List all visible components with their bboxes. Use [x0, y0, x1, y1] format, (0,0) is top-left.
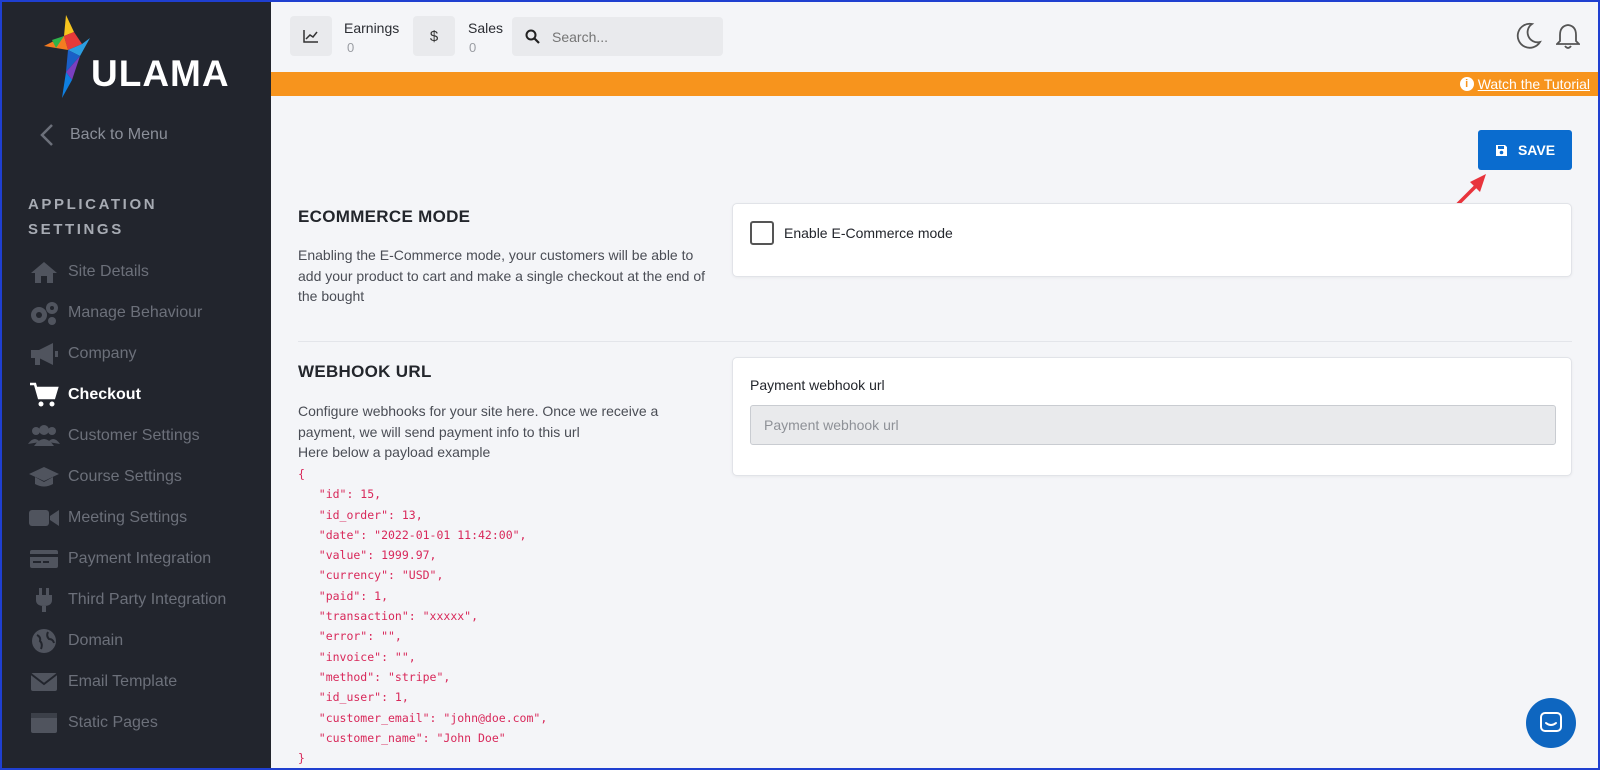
- sales-label: Sales: [468, 20, 504, 36]
- globe-icon: [28, 627, 60, 655]
- info-icon: i: [1459, 77, 1474, 91]
- payload-line: {: [298, 467, 305, 481]
- payment-webhook-url-label: Payment webhook url: [750, 377, 885, 393]
- sidebar-item-label: Course Settings: [68, 468, 182, 485]
- cart-icon: [28, 381, 60, 409]
- payment-webhook-url-input[interactable]: [750, 405, 1556, 445]
- earnings-chart-icon: [290, 16, 332, 56]
- sidebar-item-label: Checkout: [68, 386, 141, 403]
- payload-line: "invoice": "",: [298, 649, 416, 664]
- sidebar-item-email-template[interactable]: Email Template: [28, 667, 268, 697]
- sidebar-item-meeting-settings[interactable]: Meeting Settings: [28, 503, 268, 533]
- payload-line: "currency": "USD",: [298, 568, 444, 583]
- notifications-button[interactable]: [1554, 22, 1582, 55]
- app-window: ULAMA Back to Menu APPLICATION SETTINGS …: [2, 2, 1598, 768]
- sidebar: ULAMA Back to Menu APPLICATION SETTINGS …: [2, 2, 271, 768]
- sidebar-item-third-party-integration[interactable]: Third Party Integration: [28, 585, 268, 615]
- back-to-menu-link[interactable]: Back to Menu: [36, 123, 168, 147]
- bird-logo-icon: [44, 15, 90, 98]
- dark-mode-toggle[interactable]: [1516, 22, 1542, 55]
- payload-line: "customer_name": "John Doe": [298, 730, 506, 745]
- graduation-cap-icon: [28, 463, 60, 491]
- sidebar-item-static-pages[interactable]: Static Pages: [28, 708, 268, 738]
- dollar-icon: $: [413, 16, 455, 56]
- watch-tutorial-link[interactable]: Watch the Tutorial: [1478, 76, 1590, 92]
- payload-line: "id": 15,: [298, 487, 382, 502]
- chat-icon: [1540, 712, 1562, 732]
- search-box[interactable]: [512, 17, 723, 56]
- sidebar-item-label: Manage Behaviour: [68, 304, 203, 321]
- search-input[interactable]: [552, 28, 712, 45]
- payload-line: "transaction": "xxxxx",: [298, 609, 479, 624]
- chevron-left-icon: [40, 124, 53, 146]
- webhook-description: Configure webhooks for your site here. O…: [298, 403, 659, 440]
- payload-line: "customer_email": "john@doe.com",: [298, 710, 548, 725]
- enable-ecommerce-label[interactable]: Enable E-Commerce mode: [784, 225, 953, 241]
- megaphone-icon: [28, 340, 60, 368]
- save-label: SAVE: [1517, 142, 1556, 158]
- credit-card-icon: [28, 545, 60, 573]
- payload-line: "paid": 1,: [298, 588, 389, 603]
- payload-line: "id_order": 13,: [298, 507, 423, 522]
- payload-example-code: { "id": 15, "id_order": 13, "date": "202…: [298, 464, 547, 768]
- sidebar-item-domain[interactable]: Domain: [28, 626, 268, 656]
- brand-name: ULAMA: [91, 53, 230, 94]
- users-icon: [28, 422, 60, 450]
- save-button[interactable]: SAVE: [1478, 130, 1572, 170]
- sidebar-item-payment-integration[interactable]: Payment Integration: [28, 544, 268, 574]
- ecommerce-mode-title: ECOMMERCE MODE: [298, 207, 471, 226]
- payload-line: "value": 1999.97,: [298, 548, 437, 563]
- search-icon: [512, 29, 552, 44]
- envelope-icon: [28, 668, 60, 696]
- bell-icon: [1554, 24, 1582, 49]
- ecommerce-mode-description: Enabling the E-Commerce mode, your custo…: [298, 247, 706, 304]
- earnings-label: Earnings: [344, 20, 400, 36]
- sidebar-item-manage-behaviour[interactable]: Manage Behaviour: [28, 298, 268, 328]
- sidebar-item-course-settings[interactable]: Course Settings: [28, 462, 268, 492]
- sidebar-item-label: Company: [68, 345, 137, 362]
- sidebar-item-label: Third Party Integration: [68, 591, 227, 608]
- tutorial-banner: i Watch the Tutorial: [271, 72, 1598, 96]
- sidebar-item-label: Site Details: [68, 263, 149, 280]
- section-divider: [298, 341, 1572, 342]
- home-icon: [28, 258, 60, 286]
- payload-line: "method": "stripe",: [298, 669, 451, 684]
- back-to-menu-label: Back to Menu: [70, 126, 168, 143]
- plug-icon: [28, 586, 60, 614]
- sidebar-item-label: Domain: [68, 632, 124, 649]
- video-icon: [28, 504, 60, 532]
- sidebar-item-label: Static Pages: [68, 714, 158, 731]
- payload-line: }: [298, 751, 305, 766]
- gears-icon: [28, 299, 60, 327]
- sidebar-section-title: APPLICATION SETTINGS: [28, 196, 158, 238]
- sidebar-item-label: Email Template: [68, 673, 178, 690]
- moon-icon: [1516, 22, 1542, 49]
- window-icon: [28, 709, 60, 737]
- sidebar-item-label: Meeting Settings: [68, 509, 188, 526]
- sidebar-item-company[interactable]: Company: [28, 339, 268, 369]
- payload-intro: Here below a payload example: [298, 444, 491, 460]
- sidebar-item-site-details[interactable]: Site Details: [28, 257, 268, 287]
- floppy-disk-icon: [1495, 144, 1507, 156]
- brand-logo[interactable]: ULAMA: [36, 10, 246, 100]
- enable-ecommerce-checkbox[interactable]: [750, 221, 774, 245]
- webhook-url-card: Payment webhook url: [732, 357, 1572, 476]
- sidebar-item-label: Payment Integration: [68, 550, 212, 567]
- sales-value: 0: [469, 40, 477, 55]
- top-bar: Earnings 0 $ Sales 0: [271, 2, 1598, 72]
- earnings-value: 0: [347, 40, 355, 55]
- webhook-url-title: WEBHOOK URL: [298, 362, 432, 381]
- ecommerce-mode-card: Enable E-Commerce mode: [732, 203, 1572, 277]
- sidebar-item-label: Customer Settings: [68, 427, 200, 444]
- sidebar-item-checkout[interactable]: Checkout: [28, 380, 268, 410]
- payload-line: "id_user": 1,: [298, 690, 409, 705]
- sidebar-item-customer-settings[interactable]: Customer Settings: [28, 421, 268, 451]
- chat-launcher-button[interactable]: [1526, 698, 1576, 748]
- payload-line: "date": "2022-01-01 11:42:00",: [298, 527, 527, 542]
- payload-line: "error": "",: [298, 629, 402, 644]
